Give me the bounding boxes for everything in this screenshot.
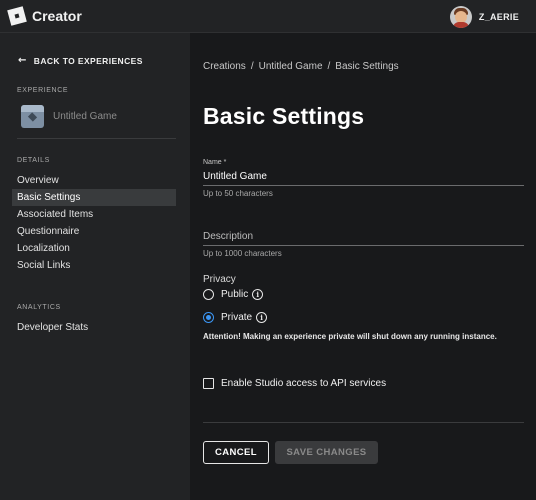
- info-icon[interactable]: i: [256, 312, 268, 323]
- experience-thumbnail: [21, 105, 44, 128]
- user-menu[interactable]: Z_AERIE: [449, 5, 519, 29]
- top-bar: Creator Z_AERIE: [0, 0, 536, 33]
- username[interactable]: Z_AERIE: [479, 12, 519, 22]
- sidebar-item-basic-settings[interactable]: Basic Settings: [12, 189, 176, 206]
- page-title: Basic Settings: [203, 103, 365, 129]
- breadcrumb-untitled-game[interactable]: Untitled Game: [259, 61, 323, 72]
- main-content: Creations / Untitled Game / Basic Settin…: [190, 33, 536, 500]
- breadcrumb-separator: /: [327, 61, 331, 72]
- form-divider: [203, 422, 524, 423]
- description-input[interactable]: [203, 228, 524, 246]
- public-radio[interactable]: [203, 289, 214, 300]
- sidebar-divider: [17, 138, 176, 139]
- details-nav: Overview Basic Settings Associated Items…: [12, 172, 176, 274]
- studio-access-option[interactable]: Enable Studio access to API services: [203, 378, 386, 389]
- analytics-nav: Developer Stats: [12, 319, 176, 336]
- description-field-group: Up to 1000 characters: [203, 226, 524, 258]
- arrow-left-icon: ←: [18, 55, 27, 66]
- breadcrumb-separator: /: [250, 61, 254, 72]
- back-label: BACK TO EXPERIENCES: [33, 55, 143, 66]
- sidebar: ← BACK TO EXPERIENCES EXPERIENCE Untitle…: [0, 33, 190, 500]
- privacy-option-private[interactable]: Private i: [203, 312, 268, 323]
- cancel-button[interactable]: CANCEL: [203, 441, 269, 464]
- sidebar-item-developer-stats[interactable]: Developer Stats: [12, 319, 176, 336]
- sidebar-item-associated-items[interactable]: Associated Items: [12, 206, 176, 223]
- public-label: Public: [221, 289, 249, 300]
- analytics-section-label: ANALYTICS: [17, 304, 61, 311]
- avatar[interactable]: [449, 6, 472, 28]
- experience-section-label: EXPERIENCE: [17, 87, 69, 94]
- studio-access-checkbox[interactable]: [203, 378, 214, 389]
- sidebar-item-social-links[interactable]: Social Links: [12, 257, 176, 274]
- name-field-group: Name * Up to 50 characters: [203, 159, 524, 198]
- description-helper-text: Up to 1000 characters: [203, 248, 282, 258]
- breadcrumb-basic-settings: Basic Settings: [335, 61, 399, 72]
- breadcrumb: Creations / Untitled Game / Basic Settin…: [203, 61, 404, 72]
- info-icon[interactable]: i: [252, 289, 264, 300]
- name-input[interactable]: [203, 168, 524, 186]
- privacy-option-public[interactable]: Public i: [203, 289, 264, 300]
- sidebar-item-questionnaire[interactable]: Questionnaire: [12, 223, 176, 240]
- save-changes-button[interactable]: SAVE CHANGES: [275, 441, 378, 464]
- back-to-experiences-link[interactable]: ← BACK TO EXPERIENCES: [18, 55, 143, 66]
- sidebar-item-overview[interactable]: Overview: [12, 172, 176, 189]
- breadcrumb-creations[interactable]: Creations: [203, 61, 246, 72]
- brand-title[interactable]: Creator: [32, 8, 82, 24]
- name-helper-text: Up to 50 characters: [203, 188, 273, 198]
- name-field-label: Name *: [203, 159, 227, 166]
- roblox-logo-icon[interactable]: [7, 6, 27, 26]
- privacy-label: Privacy: [203, 274, 236, 285]
- experience-selector[interactable]: Untitled Game: [21, 105, 117, 128]
- private-warning-text: Attention! Making an experience private …: [203, 332, 497, 341]
- experience-name: Untitled Game: [53, 111, 117, 122]
- sidebar-item-localization[interactable]: Localization: [12, 240, 176, 257]
- private-label: Private: [221, 312, 253, 323]
- studio-access-label: Enable Studio access to API services: [221, 378, 387, 389]
- private-radio[interactable]: [203, 312, 214, 323]
- details-section-label: DETAILS: [17, 157, 50, 164]
